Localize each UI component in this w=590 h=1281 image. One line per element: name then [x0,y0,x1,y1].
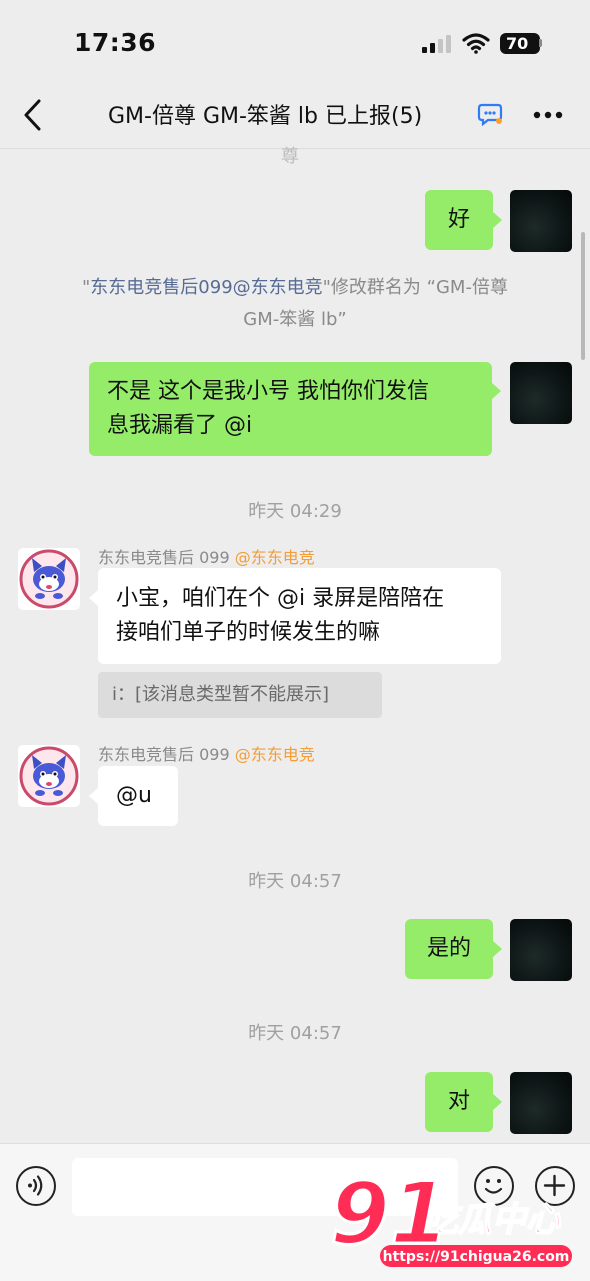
notice-text-line2: GM-笨酱 lb” [243,309,347,330]
watermark-name: 吃瓜中心 [424,1200,561,1240]
watermark-url: https://91chigua26.com [383,1249,570,1265]
message-text: 是的 [426,936,471,961]
watermark: 91 吃瓜中心 https://91chigua26.com [330,1165,572,1267]
message-bubble-received[interactable]: 小宝，咱们在个 @i 录屏是陪陪在 接咱们单子的时候发生的嘛 [98,568,501,664]
message-bubble-received[interactable]: @u [98,766,178,826]
self-avatar[interactable] [510,919,572,981]
message-bubble-sent[interactable]: 好 [425,190,493,250]
notice-text: "修改群名为 “GM-倍尊 [322,277,508,298]
bubble-tail [492,383,501,399]
message-text-line2: 息我漏看了 @i [107,413,253,438]
sender-tag: @东东电竞 [234,548,315,567]
message-bubble-sent[interactable]: 不是 这个是我小号 我怕你们发信 息我漏看了 @i [89,362,492,456]
bubble-tail [89,590,98,606]
message-bubble-sent[interactable]: 是的 [405,919,493,979]
scrollbar[interactable] [581,232,585,360]
quoted-message[interactable]: i：[该消息类型暂不能展示] [98,672,382,718]
battery-tip [539,39,542,47]
cat-mascot-icon [19,746,79,806]
sender-name: 东东电竞售后 099 @东东电竞 [98,544,315,568]
cellular-signal-icon [422,35,451,53]
timestamp: 昨天 04:57 [248,871,342,892]
chat-title: GM-倍尊 GM-笨酱 lb 已上报(5) [108,104,423,129]
self-avatar[interactable] [510,190,572,252]
sender-avatar[interactable] [18,548,80,610]
bubble-tail [493,941,502,957]
bubble-tail [89,788,98,804]
message-text: @u [116,783,152,808]
sender-tag: @东东电竞 [234,745,315,764]
more-icon[interactable] [533,110,563,120]
status-time: 17:36 [74,28,157,57]
message-text-line1: 小宝，咱们在个 @i 录屏是陪陪在 [116,586,445,611]
voice-icon [28,1175,43,1196]
self-avatar[interactable] [510,1072,572,1134]
bubble-tail [493,212,502,228]
sender-name: 东东电竞售后 099 @东东电竞 [98,741,315,765]
message-text-line2: 接咱们单子的时候发生的嘛 [116,620,381,645]
timestamp: 昨天 04:57 [248,1023,342,1044]
group-assistant-icon[interactable] [477,102,503,126]
sender-name-text: 东东电竞售后 099 [98,745,230,764]
rename-notice: "东东电竞售后099@东东电竞"修改群名为 “GM-倍尊 GM-笨酱 lb” [20,272,570,336]
bubble-tail [493,1094,502,1110]
timestamp: 昨天 04:29 [248,501,342,522]
self-avatar[interactable] [510,362,572,424]
message-bubble-sent[interactable]: 对 [425,1072,493,1132]
chevron-left-icon[interactable] [22,98,44,132]
sender-name-text: 东东电竞售后 099 [98,548,230,567]
sender-avatar[interactable] [18,745,80,807]
notice-user-link[interactable]: 东东电竞售后099@东东电竞 [90,277,322,298]
message-text-line1: 不是 这个是我小号 我怕你们发信 [107,379,429,404]
wifi-icon [462,33,490,54]
battery-indicator: 70 [500,33,540,54]
message-text: 对 [447,1089,470,1114]
message-text: 好 [447,207,470,232]
cut-off-notice-text: 尊 [281,146,299,167]
cat-mascot-icon [19,549,79,609]
voice-input-button[interactable] [16,1166,56,1206]
